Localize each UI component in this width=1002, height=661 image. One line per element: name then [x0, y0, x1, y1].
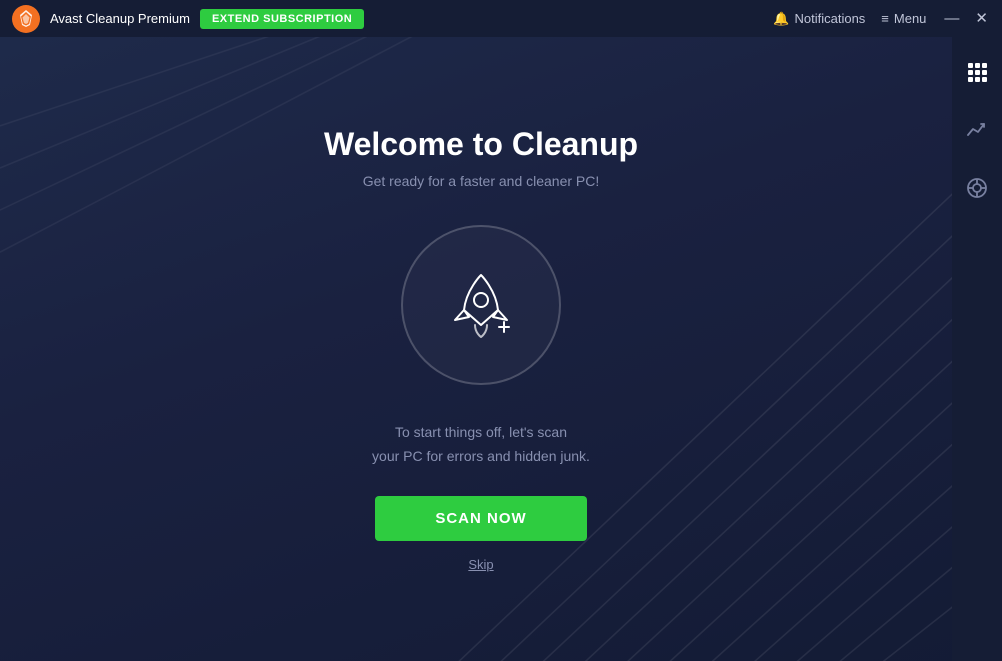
extend-subscription-button[interactable]: EXTEND SUBSCRIPTION — [200, 9, 364, 29]
scan-description-line2: your PC for errors and hidden junk. — [372, 448, 590, 464]
main-content: Welcome to Cleanup Get ready for a faste… — [0, 37, 1002, 661]
window-controls: — ✕ — [942, 9, 990, 28]
welcome-subtitle: Get ready for a faster and cleaner PC! — [363, 173, 600, 189]
scan-description: To start things off, let's scan your PC … — [372, 421, 590, 469]
welcome-title: Welcome to Cleanup — [324, 126, 638, 163]
title-bar-right: 🔔 Notifications ≡ Menu — ✕ — [773, 9, 990, 28]
title-bar: Avast Cleanup Premium EXTEND SUBSCRIPTIO… — [0, 0, 1002, 37]
close-button[interactable]: ✕ — [973, 9, 990, 28]
scan-now-button[interactable]: SCAN NOW — [375, 496, 586, 541]
avast-logo — [12, 5, 40, 33]
hamburger-icon: ≡ — [881, 11, 889, 26]
notifications-label: Notifications — [794, 11, 865, 26]
menu-label: Menu — [894, 11, 927, 26]
scan-description-line1: To start things off, let's scan — [395, 424, 567, 440]
rocket-circle — [401, 225, 561, 385]
notifications-button[interactable]: 🔔 Notifications — [773, 11, 865, 27]
rocket-icon — [431, 255, 531, 355]
menu-button[interactable]: ≡ Menu — [881, 11, 926, 26]
center-content: Welcome to Cleanup Get ready for a faste… — [0, 37, 1002, 661]
app-title: Avast Cleanup Premium — [50, 11, 190, 26]
bell-icon: 🔔 — [773, 11, 789, 27]
title-bar-left: Avast Cleanup Premium EXTEND SUBSCRIPTIO… — [12, 5, 364, 33]
skip-button[interactable]: Skip — [468, 557, 493, 572]
minimize-button[interactable]: — — [942, 9, 961, 28]
